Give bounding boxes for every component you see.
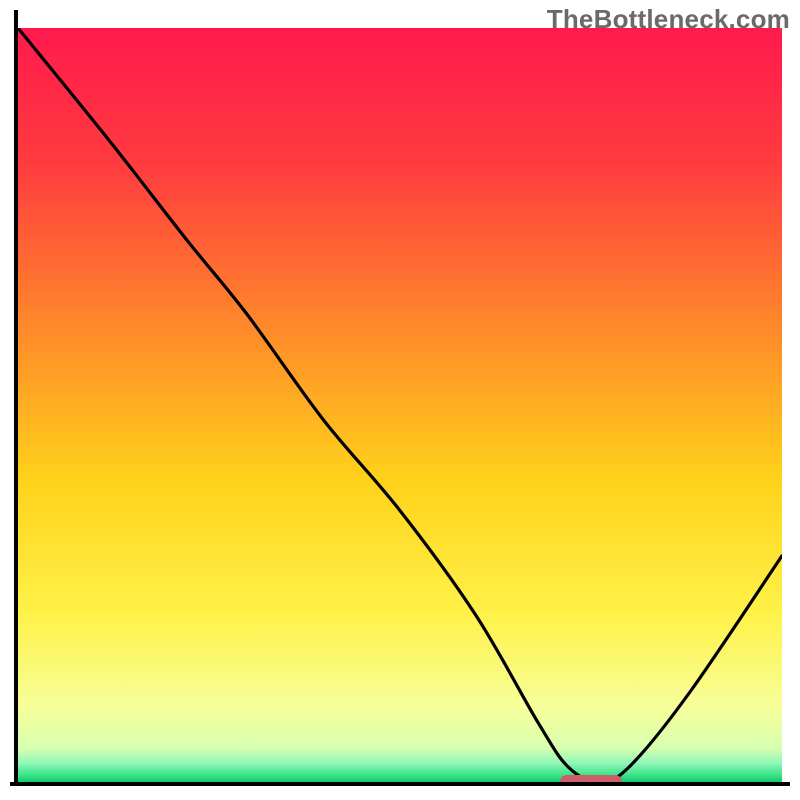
bottleneck-curve xyxy=(18,28,782,782)
watermark-text: TheBottleneck.com xyxy=(547,4,790,35)
optimal-marker xyxy=(560,775,621,782)
plot-area xyxy=(18,28,782,782)
y-axis xyxy=(14,10,18,786)
x-axis xyxy=(10,782,790,786)
chart-container: TheBottleneck.com xyxy=(0,0,800,800)
